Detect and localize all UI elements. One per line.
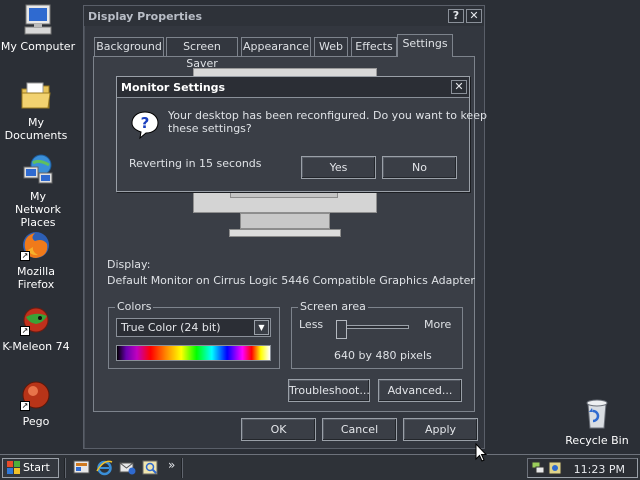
clock[interactable]: 11:23 PM — [574, 463, 625, 476]
tab-settings[interactable]: Settings — [397, 34, 453, 57]
tab-web[interactable]: Web — [314, 37, 348, 56]
computer-icon — [24, 4, 52, 35]
desktop-icon-label: Pego — [22, 415, 50, 428]
desktop-icon-recycle-bin[interactable]: Recycle Bin — [559, 397, 635, 447]
show-desktop-icon[interactable] — [73, 459, 90, 476]
cancel-button[interactable]: Cancel — [322, 418, 397, 441]
network-icon — [23, 154, 53, 184]
chevron-down-icon[interactable]: ▼ — [254, 320, 269, 335]
countdown-text: Reverting in 15 seconds — [129, 157, 262, 170]
desktop-icon-my-network-places[interactable]: My Network Places — [0, 153, 76, 229]
network-status-icon[interactable] — [531, 461, 545, 475]
help-button[interactable]: ? — [448, 9, 464, 23]
dialog-title: Monitor Settings — [121, 81, 226, 94]
shortcut-arrow-icon: ↗ — [20, 251, 30, 261]
monitor-illustration-base — [229, 229, 341, 237]
tab-appearance[interactable]: Appearance — [241, 37, 311, 56]
folder-icon — [21, 82, 51, 109]
volume-icon[interactable] — [548, 461, 562, 475]
ok-button[interactable]: OK — [241, 418, 316, 441]
desktop-icon-my-documents[interactable]: My Documents — [0, 79, 74, 142]
color-depth-value: True Color (24 bit) — [121, 321, 221, 334]
tab-screen-saver[interactable]: Screen Saver — [166, 37, 238, 70]
advanced-button[interactable]: Advanced... — [378, 379, 462, 402]
system-tray: 11:23 PM — [527, 458, 638, 478]
desktop-icon-my-computer[interactable]: My Computer — [0, 3, 76, 53]
close-button[interactable]: ✕ — [466, 9, 482, 23]
taskbar: Start » 11:23 PM — [0, 454, 640, 480]
dialog-message-line1: Your desktop has been reconfigured. Do y… — [168, 109, 487, 122]
start-button[interactable]: Start — [2, 458, 59, 478]
dialog-message-line2: these settings? — [168, 122, 252, 135]
desktop-icon-k-meleon[interactable]: ↗ K-Meleon 74 — [0, 303, 74, 353]
start-label: Start — [23, 461, 50, 474]
recycle-bin-icon — [586, 399, 608, 429]
desktop-icon-label: My Network Places — [15, 190, 61, 229]
shortcut-arrow-icon: ↗ — [20, 326, 30, 336]
window-title: Display Properties — [88, 10, 203, 23]
monitor-illustration-stand — [240, 213, 330, 229]
internet-explorer-icon[interactable] — [96, 459, 113, 476]
resolution-text: 640 by 480 pixels — [334, 349, 432, 362]
desktop-icon-label: Mozilla Firefox — [17, 265, 55, 291]
tab-background[interactable]: Background — [94, 37, 164, 56]
screen-area-slider-track[interactable] — [341, 325, 409, 329]
screen-area-group-label: Screen area — [298, 300, 368, 313]
monitor-settings-dialog: Monitor Settings ✕ ? Your desktop has be… — [116, 76, 487, 192]
apply-button[interactable]: Apply — [403, 418, 478, 441]
shortcut-arrow-icon: ↗ — [20, 401, 30, 411]
no-button[interactable]: No — [382, 156, 457, 179]
dialog-close-button[interactable]: ✕ — [451, 80, 467, 94]
mouse-cursor-icon — [475, 443, 487, 462]
desktop-icon-label: My Computer — [0, 40, 76, 53]
taskbar-separator — [181, 458, 183, 478]
outlook-express-icon[interactable] — [119, 459, 136, 476]
desktop-icon-pego[interactable]: ↗ Pego — [0, 378, 74, 428]
troubleshoot-button[interactable]: Troubleshoot... — [288, 379, 370, 402]
desktop-icon-label: Recycle Bin — [565, 434, 629, 447]
desktop-icon-label: K-Meleon 74 — [2, 340, 70, 353]
dialog-titlebar[interactable]: Monitor Settings — [117, 77, 469, 98]
search-window-icon[interactable] — [142, 459, 159, 476]
desktop-icon-mozilla-firefox[interactable]: ↗ Mozilla Firefox — [0, 228, 74, 291]
slider-less-label: Less — [299, 318, 324, 331]
svg-text:?: ? — [141, 114, 150, 132]
taskbar-separator — [64, 458, 66, 478]
yes-button[interactable]: Yes — [301, 156, 376, 179]
color-depth-select[interactable]: True Color (24 bit) ▼ — [116, 318, 271, 337]
screen-area-slider-thumb[interactable] — [336, 320, 347, 339]
window-titlebar[interactable]: Display Properties — [84, 6, 484, 26]
tab-effects[interactable]: Effects — [351, 37, 397, 56]
desktop-icon-label: My Documents — [4, 116, 68, 142]
windows-logo-icon — [7, 461, 20, 474]
display-label: Display: — [107, 258, 151, 271]
question-icon: ? — [131, 111, 159, 140]
display-adapter-text: Default Monitor on Cirrus Logic 5446 Com… — [107, 274, 475, 287]
colors-group-label: Colors — [115, 300, 154, 313]
slider-more-label: More — [424, 318, 452, 331]
quick-launch-chevron[interactable]: » — [168, 458, 175, 472]
color-spectrum-preview — [116, 345, 271, 361]
